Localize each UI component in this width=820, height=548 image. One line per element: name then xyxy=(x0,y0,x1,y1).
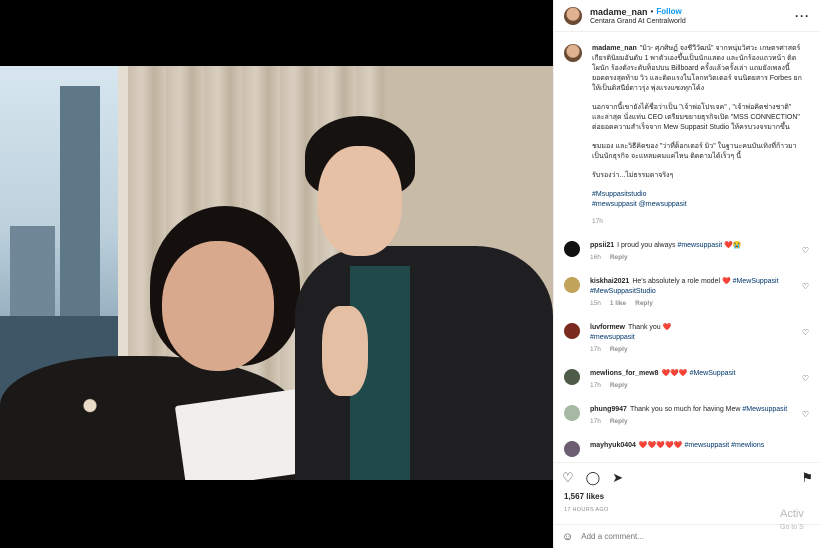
watermark-line-1: Activ xyxy=(780,508,804,520)
person-right-face xyxy=(318,146,402,256)
comment-time: 16h xyxy=(590,254,601,261)
comment-like-heart-icon[interactable]: ♡ xyxy=(802,328,809,337)
comment-time: 15h xyxy=(590,300,601,307)
comment-likes-count[interactable]: 1 like xyxy=(610,300,626,307)
comment-avatar[interactable] xyxy=(564,277,580,293)
comment-username[interactable]: kiskhai2021 xyxy=(590,278,629,285)
comment-hashtag[interactable]: #mewsuppasit #mewlions xyxy=(684,442,764,449)
comment-item: phung9947 Thank you so much for having Me… xyxy=(564,405,811,427)
comment-text: ❤️❤️❤️ xyxy=(661,370,690,377)
author-info: madame_nan • Follow Centara Grand At Cen… xyxy=(582,7,686,25)
comment-username[interactable]: luvformew xyxy=(590,324,625,331)
comment-username[interactable]: phung9947 xyxy=(590,406,627,413)
comment-time: 17h xyxy=(590,418,601,425)
caption-paragraph-1: "มิว- ศุภศิษฏ์ จงชีวีวัฒน์" จากหนุ่มวิศว… xyxy=(592,45,802,92)
comment-text: Thank you xyxy=(628,324,663,331)
heart-icon[interactable]: ♡ xyxy=(562,470,574,485)
comment-time: 17h xyxy=(590,346,601,353)
comment-item: luvformew Thank you ❤️ #mewsuppasit 17h Re… xyxy=(564,323,811,355)
instagram-post-modal: madame_nan • Follow Centara Grand At Cen… xyxy=(0,0,820,548)
author-username[interactable]: madame_nan xyxy=(590,7,648,17)
caption-paragraph-2: นอกจากนี้เขายังได้ชื่อว่าเป็น "เจ้าพ่อโป… xyxy=(592,104,800,131)
comment-icon[interactable]: ◯ xyxy=(586,470,601,485)
add-comment-input[interactable] xyxy=(581,532,782,541)
comment-emoji: ❤️ xyxy=(662,324,672,331)
caption-body: madame_nan "มิว- ศุภศิษฏ์ จงชีวีวัฒน์" จา… xyxy=(592,44,802,227)
person-left-face xyxy=(162,241,274,371)
caption-paragraph-4: รับรองว่า...ไม่ธรรมดาจริงๆ xyxy=(592,172,674,179)
comment-like-heart-icon[interactable]: ♡ xyxy=(802,410,809,419)
comment-username[interactable]: ppsii21 xyxy=(590,242,614,249)
post-media-area xyxy=(0,0,553,548)
post-caption: madame_nan "มิว- ศุภศิษฏ์ จงชีวีวัฒน์" จา… xyxy=(564,44,811,227)
caption-time: 17h xyxy=(592,218,603,225)
comment-body: phung9947 Thank you so much for having Me… xyxy=(590,405,790,427)
activate-windows-watermark: Activ Go to S xyxy=(780,508,820,534)
comment-username[interactable]: mewlions_for_mew8 xyxy=(590,370,658,377)
caption-paragraph-3: ชมมอง และวิธีคิดของ "ว่าที่ด็อกเตอร์ มิว… xyxy=(592,143,797,160)
post-photo[interactable] xyxy=(0,66,553,480)
emoji-icon[interactable]: ☺ xyxy=(562,531,573,543)
post-actions-bar: ♡ ◯ ➤ ⚑ xyxy=(554,462,820,492)
comment-avatar[interactable] xyxy=(564,441,580,457)
comment-body: kiskhai2021 He's absolutely a role model … xyxy=(590,277,790,309)
comment-like-heart-icon[interactable]: ♡ xyxy=(802,374,809,383)
comment-item: mayhyuk0404 ❤️❤️❤️❤️❤️ #mewsuppasit #mewl… xyxy=(564,441,811,457)
caption-username[interactable]: madame_nan xyxy=(592,45,637,52)
share-icon[interactable]: ➤ xyxy=(612,470,623,485)
comment-hashtag[interactable]: #MewSuppasit xyxy=(690,370,736,377)
comment-emoji: ❤️😭 xyxy=(724,242,742,249)
comment-body: luvformew Thank you ❤️ #mewsuppasit 17h Re… xyxy=(590,323,790,355)
comment-text: I proud you always xyxy=(617,242,678,249)
comment-text: ❤️❤️❤️❤️❤️ xyxy=(638,442,685,449)
caption-author-avatar[interactable] xyxy=(564,44,582,62)
reply-button[interactable]: Reply xyxy=(635,300,653,307)
post-header: madame_nan • Follow Centara Grand At Cen… xyxy=(554,0,820,32)
comment-body: mayhyuk0404 ❤️❤️❤️❤️❤️ #mewsuppasit #mewl… xyxy=(590,441,790,457)
comment-time: 17h xyxy=(590,382,601,389)
comment-hashtag[interactable]: #mewsuppasit xyxy=(677,242,722,249)
comment-username[interactable]: mayhyuk0404 xyxy=(590,442,636,449)
author-avatar[interactable] xyxy=(564,6,582,25)
comment-text: He's absolutely a role model xyxy=(632,278,722,285)
separator-dot: • xyxy=(650,7,654,16)
more-horizontal-icon[interactable]: ··· xyxy=(795,9,810,23)
likes-count[interactable]: 1,567 likes xyxy=(564,492,604,501)
comment-body: ppsii21 I proud you always #mewsuppasit ❤… xyxy=(590,241,790,263)
reply-button[interactable]: Reply xyxy=(610,254,628,261)
comment-hashtag-extra[interactable]: #MewSuppasitStudio xyxy=(590,287,790,297)
comment-item: mewlions_for_mew8 ❤️❤️❤️ #MewSuppasit 17h… xyxy=(564,369,811,391)
post-side-panel: madame_nan • Follow Centara Grand At Cen… xyxy=(553,0,820,548)
comment-avatar[interactable] xyxy=(564,241,580,257)
reply-button[interactable]: Reply xyxy=(610,418,628,425)
comment-text: Thank you so much for having Mew xyxy=(629,406,743,413)
comment-item: ppsii21 I proud you always #mewsuppasit ❤… xyxy=(564,241,811,263)
comment-like-heart-icon[interactable]: ♡ xyxy=(802,246,809,255)
comment-avatar[interactable] xyxy=(564,323,580,339)
comments-scroll-area[interactable]: madame_nan "มิว- ศุภศิษฏ์ จงชีวีวัฒน์" จา… xyxy=(554,40,820,462)
watermark-line-2: Go to S xyxy=(780,524,804,531)
bookmark-icon[interactable]: ⚑ xyxy=(801,470,813,485)
comment-hashtag-extra[interactable]: #mewsuppasit xyxy=(590,333,790,343)
follow-button[interactable]: Follow xyxy=(656,7,681,16)
comment-item: kiskhai2021 He's absolutely a role model … xyxy=(564,277,811,309)
post-location[interactable]: Centara Grand At Centralworld xyxy=(590,18,686,25)
comment-avatar[interactable] xyxy=(564,369,580,385)
comment-like-heart-icon[interactable]: ♡ xyxy=(802,282,809,291)
peace-sign-hand xyxy=(322,306,368,396)
comment-body: mewlions_for_mew8 ❤️❤️❤️ #MewSuppasit 17h… xyxy=(590,369,790,391)
posted-time[interactable]: 17 HOURS AGO xyxy=(564,507,609,513)
comment-avatar[interactable] xyxy=(564,405,580,421)
reply-button[interactable]: Reply xyxy=(610,346,628,353)
comment-hashtag[interactable]: ❤️ #MewSuppasit xyxy=(722,278,779,285)
comment-hashtag[interactable]: #Mewsuppasit xyxy=(742,406,787,413)
reply-button[interactable]: Reply xyxy=(610,382,628,389)
caption-hashtag[interactable]: #mewsuppasit @mewsuppasit xyxy=(592,200,802,210)
caption-hashtag[interactable]: #Msuppasitstudio xyxy=(592,190,802,200)
